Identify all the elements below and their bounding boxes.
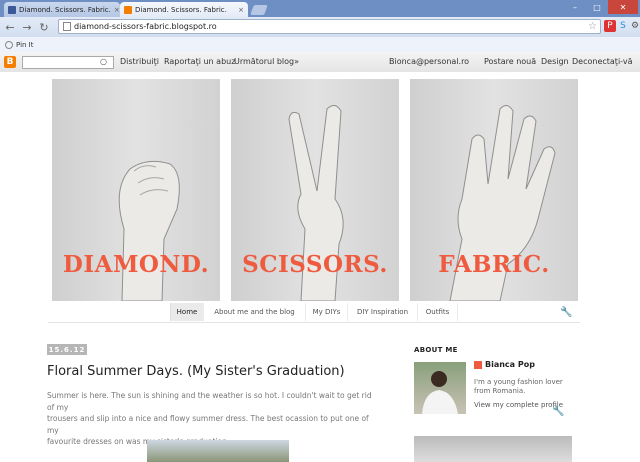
sidebar-image[interactable] xyxy=(414,436,572,462)
post-title[interactable]: Floral Summer Days. (My Sister's Graduat… xyxy=(47,364,345,379)
bookmark-pin-it[interactable]: Pin It xyxy=(16,41,33,49)
back-icon[interactable]: ← xyxy=(3,21,17,34)
address-text: diamond-scissors-fabric.blogspot.ro xyxy=(74,22,217,31)
close-tab-icon[interactable]: × xyxy=(235,6,244,14)
panel-label: DIAMOND. xyxy=(62,251,210,278)
post-image[interactable] xyxy=(147,440,289,462)
tab-title: Diamond. Scissors. Fabric. xyxy=(19,5,111,14)
header-panel-scissors: SCISSORS. xyxy=(231,79,399,301)
blogger-logo-icon[interactable]: B xyxy=(4,56,16,68)
extension-icon[interactable]: P xyxy=(604,20,616,32)
blogger-profile-icon xyxy=(474,361,482,369)
browser-tab-2[interactable]: Diamond. Scissors. Fabric. × xyxy=(120,2,248,17)
tab-home[interactable]: Home xyxy=(170,303,204,321)
panel-label: FABRIC. xyxy=(438,251,550,278)
search-icon[interactable]: ○ xyxy=(100,57,107,66)
profile-name[interactable]: Bianca Pop xyxy=(485,360,535,369)
tab-my-diys[interactable]: My DIYs xyxy=(306,303,348,321)
tab-title: Diamond. Scissors. Fabric. xyxy=(135,5,227,14)
view-profile-link[interactable]: View my complete profile xyxy=(474,401,563,409)
post-line: trousers and slip into a nice and flowy … xyxy=(47,414,369,435)
close-tab-icon[interactable]: × xyxy=(111,6,120,14)
close-window-icon[interactable]: ✕ xyxy=(608,0,638,14)
person-silhouette-icon xyxy=(422,371,458,414)
header-panel-fabric: FABRIC. xyxy=(410,79,578,301)
profile-description: I'm a young fashion lover from Romania. xyxy=(474,378,563,395)
about-me-heading: ABOUT ME xyxy=(414,346,458,354)
window-controls: – □ ✕ xyxy=(564,0,638,14)
post-body: Summer is here. The sun is shining and t… xyxy=(47,390,377,448)
wrench-menu-icon[interactable]: ⚙ xyxy=(629,20,640,32)
maximize-icon[interactable]: □ xyxy=(586,0,608,14)
tab-outfits[interactable]: Outfits xyxy=(418,303,458,321)
blogger-favicon-icon xyxy=(124,5,132,14)
header-panel-diamond: DIAMOND. xyxy=(52,79,220,301)
facebook-favicon-icon xyxy=(8,5,16,14)
edit-wrench-icon[interactable]: 🔧 xyxy=(560,307,572,318)
pin-icon xyxy=(5,40,13,49)
next-blog-link[interactable]: Următorul blog» xyxy=(234,57,299,66)
sign-out-link[interactable]: Deconectaţi-vă xyxy=(572,57,632,66)
page-icon xyxy=(63,22,71,31)
edit-wrench-icon[interactable]: 🔧 xyxy=(552,406,564,417)
panel-label: SCISSORS. xyxy=(242,251,388,278)
bookmarks-bar: Pin It xyxy=(0,37,640,53)
forward-icon[interactable]: → xyxy=(20,21,34,34)
address-bar[interactable]: diamond-scissors-fabric.blogspot.ro ☆ xyxy=(58,19,601,34)
tab-diy-inspiration[interactable]: DIY Inspiration xyxy=(348,303,418,321)
post-line: Summer is here. The sun is shining and t… xyxy=(47,391,372,412)
user-email: Bionca@personal.ro xyxy=(389,57,470,66)
new-post-link[interactable]: Postare nouă xyxy=(484,57,536,66)
share-link[interactable]: Distribuiţi xyxy=(120,57,159,66)
report-abuse-link[interactable]: Raportaţi un abuz xyxy=(164,57,235,66)
post-date: 15.6.12 xyxy=(47,344,87,355)
reload-icon[interactable]: ↻ xyxy=(37,21,51,34)
skype-icon[interactable]: S xyxy=(617,20,629,32)
bookmark-star-icon[interactable]: ☆ xyxy=(588,21,597,32)
profile-photo[interactable] xyxy=(414,362,466,414)
browser-tab-1[interactable]: Diamond. Scissors. Fabric. × xyxy=(4,2,120,17)
design-link[interactable]: Design xyxy=(541,57,569,66)
minimize-icon[interactable]: – xyxy=(564,0,586,14)
tab-about[interactable]: About me and the blog xyxy=(204,303,306,321)
